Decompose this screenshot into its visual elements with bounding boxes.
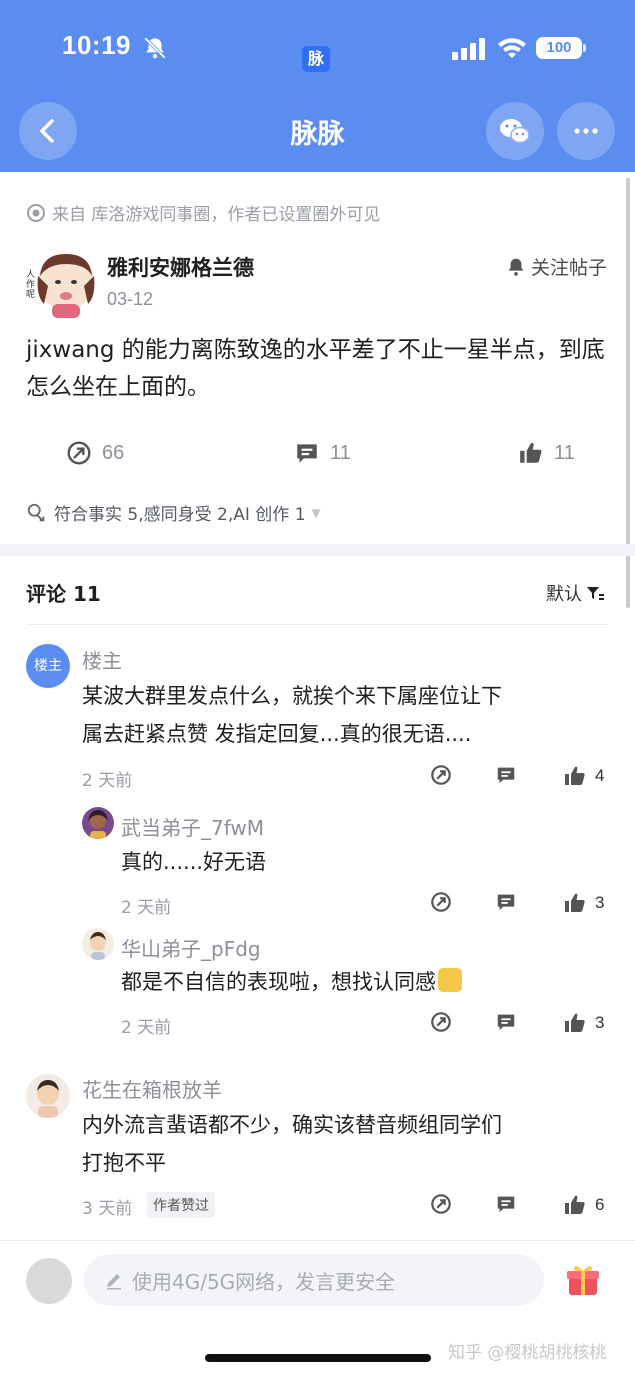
comment-like-count: 4 (595, 766, 605, 785)
more-icon (574, 128, 598, 134)
commenter-name[interactable]: 花生在箱根放羊 (82, 1074, 222, 1103)
reaction-tags-text: 符合事实 5,感同身受 2,AI 创作 1 (54, 505, 306, 525)
comment-count: 11 (330, 441, 351, 464)
commenter-name[interactable]: 楼主 (82, 645, 122, 674)
shy-emoji-icon (438, 968, 462, 992)
header-bar: 10:19 脉 100 脉脉 (0, 0, 635, 172)
comment-text: 打抱不平 (82, 1151, 166, 1175)
my-avatar[interactable] (26, 1258, 72, 1304)
share-icon[interactable] (430, 1011, 452, 1037)
author-liked-badge: 作者赞过 (147, 1192, 215, 1218)
wechat-icon (500, 119, 530, 144)
like-action[interactable]: 11 (518, 440, 575, 466)
commenter-avatar[interactable] (82, 807, 114, 839)
wifi-icon (497, 36, 527, 64)
avatar-caption: 人 作 呢 (26, 270, 36, 300)
comment-time: 2 天前 (82, 771, 133, 791)
reply-icon[interactable] (495, 891, 517, 917)
comment-text: 真的......好无语 (121, 850, 267, 874)
commenter-avatar[interactable] (26, 1074, 70, 1118)
comment-icon (297, 444, 317, 463)
post-actions: 66 11 11 (0, 440, 635, 476)
like-icon[interactable] (563, 764, 587, 792)
share-icon[interactable] (430, 764, 452, 790)
like-icon[interactable] (563, 1011, 587, 1039)
post-source-text: 来自 库洛游戏同事圈，作者已设置圈外可见 (52, 205, 381, 225)
sort-dropdown[interactable]: 默认 (546, 580, 604, 606)
follow-post-button[interactable]: 关注帖子 (505, 253, 607, 280)
author-name[interactable]: 雅利安娜格兰德 (107, 252, 254, 282)
comment-input[interactable]: 使用4G/5G网络，发言更安全 (84, 1254, 544, 1306)
comment-time: 2 天前 (121, 898, 172, 918)
commenter-name[interactable]: 武当弟子_7fwM (121, 812, 264, 841)
section-divider (0, 544, 635, 556)
comment-text: 属去赶紧点赞 发指定回复...真的很无语.... (82, 722, 472, 746)
wechat-share-button[interactable] (486, 102, 544, 160)
bell-icon (508, 258, 524, 276)
comment-like-count: 3 (595, 893, 605, 912)
watermark-text: 知乎 @樱桃胡桃核桃 (448, 1343, 607, 1363)
comment-time: 2 天前 (121, 1018, 172, 1038)
share-icon[interactable] (430, 1193, 452, 1219)
like-icon (520, 442, 542, 463)
header-divider (26, 624, 608, 625)
comment-time: 3 天前 (82, 1199, 133, 1219)
status-bar: 10:19 脉 100 (0, 26, 635, 72)
comment-like-count: 3 (595, 1013, 605, 1032)
reaction-tags[interactable]: 符合事实 5,感同身受 2,AI 创作 1 ▼ (26, 500, 321, 525)
comments-title: 评论 11 (26, 582, 101, 606)
eye-icon (27, 203, 45, 222)
comment-input-placeholder: 使用4G/5G网络，发言更安全 (132, 1269, 396, 1294)
battery-indicator: 100 (536, 37, 582, 59)
pen-icon (107, 1274, 121, 1290)
comment-text-content: 都是不自信的表现啦，想找认同感 (121, 970, 436, 994)
filter-icon (587, 587, 604, 600)
post-source: 来自 库洛游戏同事圈，作者已设置圈外可见 (26, 200, 380, 225)
like-count: 11 (554, 441, 575, 464)
reply-icon[interactable] (495, 1193, 517, 1219)
signal-icon (452, 38, 486, 64)
share-count: 66 (102, 441, 125, 464)
app-badge: 脉 (302, 46, 330, 72)
comment-text: 都是不自信的表现啦，想找认同感 (121, 964, 462, 1001)
home-indicator[interactable] (205, 1354, 431, 1362)
like-icon[interactable] (563, 891, 587, 919)
composer-divider (0, 1240, 635, 1241)
reaction-icon (27, 503, 45, 521)
reply-icon[interactable] (495, 764, 517, 790)
sort-label: 默认 (546, 584, 582, 605)
author-avatar[interactable]: 人 作 呢 (26, 246, 98, 318)
share-icon (67, 441, 91, 465)
bell-off-icon (142, 35, 168, 65)
commenter-name[interactable]: 华山弟子_pFdg (121, 933, 261, 962)
comment-action[interactable]: 11 (294, 440, 351, 466)
gift-icon (567, 1266, 599, 1295)
gift-button[interactable] (565, 1262, 601, 1302)
like-icon[interactable] (563, 1193, 587, 1221)
commenter-avatar[interactable] (82, 928, 114, 960)
share-icon[interactable] (430, 891, 452, 917)
comment-like-count: 6 (595, 1195, 605, 1214)
status-time: 10:19 (62, 30, 131, 60)
follow-label: 关注帖子 (531, 257, 608, 279)
comment-text: 内外流言蜚语都不少，确实该替音频组同学们 (82, 1113, 502, 1137)
comment-text: 某波大群里发点什么，就挨个来下属座位让下 (82, 684, 502, 708)
share-action[interactable]: 66 (66, 440, 124, 466)
post-date: 03-12 (107, 289, 154, 309)
chevron-down-icon: ▼ (311, 505, 321, 520)
post-body: jixwang 的能力离陈致逸的水平差了不止一星半点，到底怎么坐在上面的。 (26, 337, 605, 400)
reply-icon[interactable] (495, 1011, 517, 1037)
more-button[interactable] (557, 102, 615, 160)
commenter-avatar[interactable]: 楼主 (26, 644, 70, 688)
battery-cap (583, 44, 586, 52)
